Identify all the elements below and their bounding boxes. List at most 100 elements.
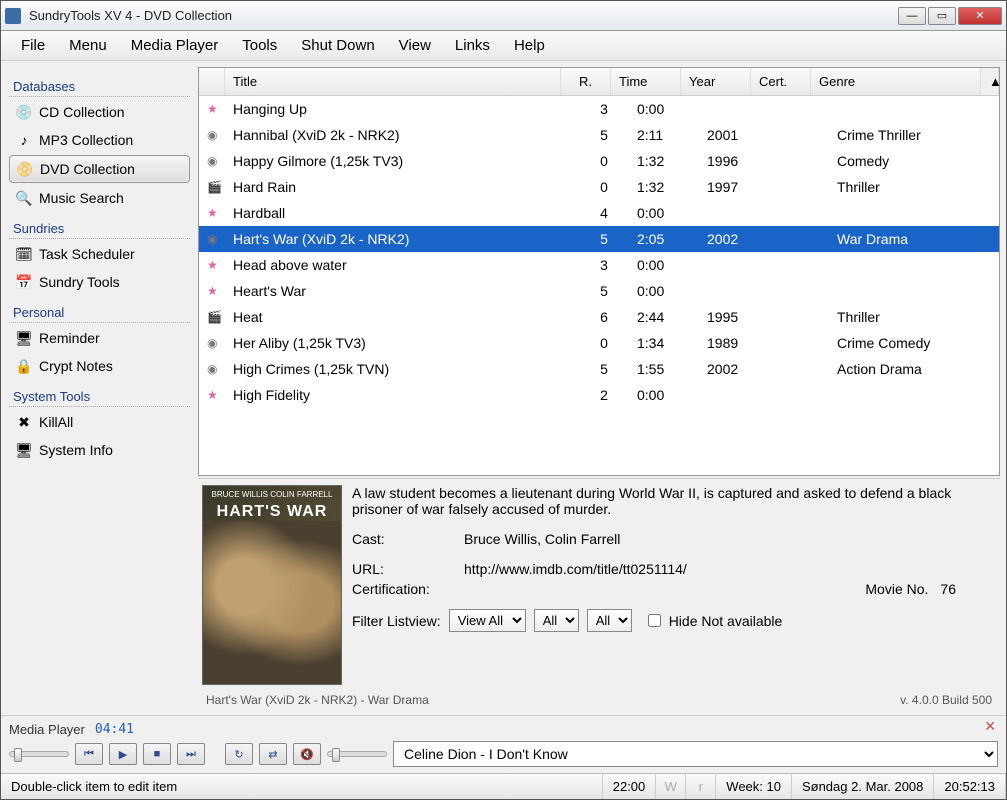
row-time: 2:44 bbox=[629, 306, 699, 328]
prev-button[interactable]: ⏮ bbox=[75, 743, 103, 765]
window-title: SundryTools XV 4 - DVD Collection bbox=[29, 8, 898, 23]
app-icon bbox=[5, 8, 21, 24]
seek-slider[interactable] bbox=[9, 751, 69, 757]
sidebar-item-mp3-collection[interactable]: ♪MP3 Collection bbox=[9, 127, 190, 153]
table-row[interactable]: ◉Hannibal (XviD 2k - NRK2)52:112001Crime… bbox=[199, 122, 999, 148]
col-icon-header[interactable] bbox=[199, 68, 225, 95]
sidebar-item-dvd-collection[interactable]: 📀DVD Collection bbox=[9, 155, 190, 183]
scrollbar-corner: ▲ bbox=[981, 68, 999, 95]
stop-button[interactable]: ■ bbox=[143, 743, 171, 765]
row-cert bbox=[769, 340, 829, 346]
row-rating: 5 bbox=[579, 358, 629, 380]
track-select[interactable]: Celine Dion - I Don't Know bbox=[393, 741, 998, 767]
player-close-icon[interactable]: ✕ bbox=[984, 718, 996, 735]
filter-view-select[interactable]: View All bbox=[449, 609, 526, 632]
play-button[interactable]: ▶ bbox=[109, 743, 137, 765]
table-row[interactable]: ★Head above water30:00 bbox=[199, 252, 999, 278]
table-row[interactable]: ◉Happy Gilmore (1,25k TV3)01:321996Comed… bbox=[199, 148, 999, 174]
row-genre bbox=[829, 288, 999, 294]
row-genre: Crime Comedy bbox=[829, 332, 999, 354]
row-time: 0:00 bbox=[629, 98, 699, 120]
menu-links[interactable]: Links bbox=[443, 33, 502, 58]
row-year: 2002 bbox=[699, 358, 769, 380]
col-title-header[interactable]: Title bbox=[225, 68, 561, 95]
col-genre-header[interactable]: Genre bbox=[811, 68, 981, 95]
menu-shut-down[interactable]: Shut Down bbox=[289, 33, 386, 58]
disc-icon: ◉ bbox=[199, 333, 225, 353]
col-cert-header[interactable]: Cert. bbox=[751, 68, 811, 95]
row-genre bbox=[829, 392, 999, 398]
shuffle-button[interactable]: ⇄ bbox=[259, 743, 287, 765]
sidebar-item-system-info[interactable]: 🖥System Info bbox=[9, 437, 190, 463]
status-w: W bbox=[656, 774, 686, 799]
sidebar-item-music-search[interactable]: 🔍Music Search bbox=[9, 185, 190, 211]
col-time-header[interactable]: Time bbox=[611, 68, 681, 95]
row-title: High Fidelity bbox=[225, 384, 579, 406]
status-path: Hart's War (XviD 2k - NRK2) - War Drama bbox=[206, 693, 429, 707]
star-icon: ★ bbox=[199, 99, 225, 119]
repeat-button[interactable]: ↻ bbox=[225, 743, 253, 765]
table-row[interactable]: ◉Her Aliby (1,25k TV3)01:341989Crime Com… bbox=[199, 330, 999, 356]
sidebar-item-killall[interactable]: ✖KillAll bbox=[9, 409, 190, 435]
menu-help[interactable]: Help bbox=[502, 33, 557, 58]
filter-2-select[interactable]: All bbox=[534, 609, 579, 632]
row-cert bbox=[769, 184, 829, 190]
sidebar-header-sundries: Sundries bbox=[9, 217, 190, 239]
cd-collection-icon: 💿 bbox=[15, 103, 33, 121]
hide-unavailable-checkbox[interactable] bbox=[648, 614, 661, 627]
row-genre: Comedy bbox=[829, 150, 999, 172]
star-icon: ★ bbox=[199, 281, 225, 301]
row-cert bbox=[769, 236, 829, 242]
table-row[interactable]: ★Heart's War50:00 bbox=[199, 278, 999, 304]
menu-view[interactable]: View bbox=[387, 33, 443, 58]
menu-menu[interactable]: Menu bbox=[57, 33, 119, 58]
sidebar-item-cd-collection[interactable]: 💿CD Collection bbox=[9, 99, 190, 125]
row-rating: 0 bbox=[579, 332, 629, 354]
row-cert bbox=[769, 106, 829, 112]
sidebar-item-sundry-tools[interactable]: 📅Sundry Tools bbox=[9, 269, 190, 295]
row-rating: 5 bbox=[579, 228, 629, 250]
next-button[interactable]: ⏭ bbox=[177, 743, 205, 765]
row-title: Hardball bbox=[225, 202, 579, 224]
table-row[interactable]: ★Hardball40:00 bbox=[199, 200, 999, 226]
col-rating-header[interactable]: R. bbox=[561, 68, 611, 95]
minimize-button[interactable]: — bbox=[898, 7, 926, 25]
row-title: Hart's War (XviD 2k - NRK2) bbox=[225, 228, 579, 250]
sidebar-item-reminder[interactable]: 🖥Reminder bbox=[9, 325, 190, 351]
menu-tools[interactable]: Tools bbox=[230, 33, 289, 58]
row-cert bbox=[769, 314, 829, 320]
menu-media-player[interactable]: Media Player bbox=[119, 33, 231, 58]
volume-slider[interactable] bbox=[327, 751, 387, 757]
row-cert bbox=[769, 132, 829, 138]
mute-button[interactable]: 🔇 bbox=[293, 743, 321, 765]
crypt-notes-icon: 🔒 bbox=[15, 357, 33, 375]
table-body[interactable]: ★Hanging Up30:00◉Hannibal (XviD 2k - NRK… bbox=[199, 96, 999, 475]
filter-3-select[interactable]: All bbox=[587, 609, 632, 632]
table-row[interactable]: 🎬Hard Rain01:321997Thriller bbox=[199, 174, 999, 200]
table-row[interactable]: ★High Fidelity20:00 bbox=[199, 382, 999, 408]
maximize-button[interactable]: ▭ bbox=[928, 7, 956, 25]
row-time: 0:00 bbox=[629, 384, 699, 406]
table-row[interactable]: ◉Hart's War (XviD 2k - NRK2)52:052002War… bbox=[199, 226, 999, 252]
sidebar-item-crypt-notes[interactable]: 🔒Crypt Notes bbox=[9, 353, 190, 379]
table-row[interactable]: ★Hanging Up30:00 bbox=[199, 96, 999, 122]
disc-icon: ◉ bbox=[199, 151, 225, 171]
row-year: 2002 bbox=[699, 228, 769, 250]
row-time: 1:32 bbox=[629, 150, 699, 172]
col-year-header[interactable]: Year bbox=[681, 68, 751, 95]
star-icon: ★ bbox=[199, 255, 225, 275]
row-genre: Action Drama bbox=[829, 358, 999, 380]
row-cert bbox=[769, 262, 829, 268]
url-label: URL: bbox=[352, 561, 452, 577]
sidebar-item-task-scheduler[interactable]: 🗓Task Scheduler bbox=[9, 241, 190, 267]
table-row[interactable]: 🎬Heat62:441995Thriller bbox=[199, 304, 999, 330]
table-container: Title R. Time Year Cert. Genre ▲ ★Hangin… bbox=[198, 67, 1000, 476]
row-rating: 5 bbox=[579, 124, 629, 146]
row-genre: Thriller bbox=[829, 176, 999, 198]
table-row[interactable]: ◉High Crimes (1,25k TVN)51:552002Action … bbox=[199, 356, 999, 382]
close-button[interactable]: ✕ bbox=[958, 7, 1002, 25]
row-rating: 6 bbox=[579, 306, 629, 328]
status-hint: Double-click item to edit item bbox=[1, 774, 603, 799]
row-time: 0:00 bbox=[629, 280, 699, 302]
menu-file[interactable]: File bbox=[9, 33, 57, 58]
